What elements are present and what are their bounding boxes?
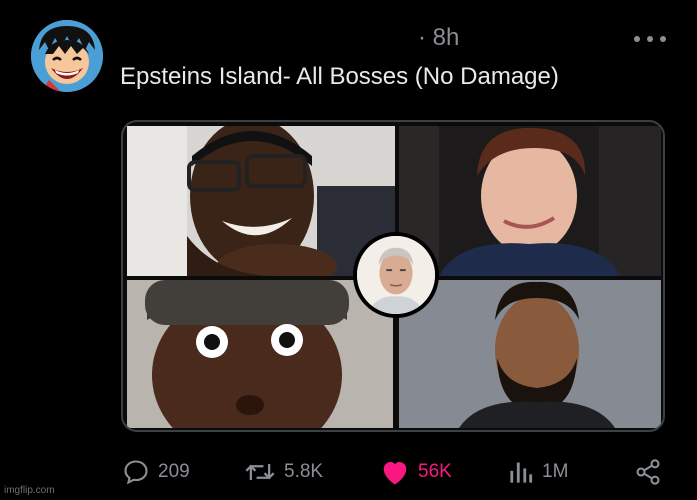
center-portrait bbox=[353, 232, 439, 318]
photo-panel-top-left bbox=[127, 126, 395, 276]
post-image[interactable] bbox=[121, 120, 665, 432]
share-button[interactable] bbox=[634, 452, 662, 492]
photo-panel-bottom-left bbox=[127, 280, 393, 428]
photo-panel-bottom-right bbox=[399, 280, 661, 428]
views-button[interactable]: 1M bbox=[508, 452, 568, 492]
post-timestamp[interactable]: · 8h bbox=[418, 24, 459, 52]
photo-panel-top-right bbox=[399, 126, 661, 276]
repost-count: 5.8K bbox=[284, 461, 324, 482]
reply-icon bbox=[124, 460, 148, 485]
more-horizontal-icon[interactable] bbox=[634, 34, 666, 44]
heart-icon bbox=[383, 462, 407, 485]
post: · 8h Epsteins Island- All Bosses (No Dam… bbox=[0, 0, 697, 500]
cartoon-avatar-icon bbox=[31, 20, 103, 92]
view-count: 1M bbox=[542, 461, 569, 482]
repost-button[interactable]: 5.8K bbox=[244, 452, 323, 492]
action-bar: 209 5.8K 56K 1M bbox=[0, 452, 697, 492]
reply-button[interactable]: 209 bbox=[122, 452, 190, 492]
share-icon bbox=[636, 459, 660, 485]
views-bar-chart-icon bbox=[510, 462, 533, 483]
watermark: imgflip.com bbox=[4, 485, 55, 496]
repost-icon bbox=[245, 464, 275, 480]
avatar[interactable] bbox=[31, 20, 103, 92]
like-button[interactable]: 56K bbox=[380, 452, 452, 492]
reply-count: 209 bbox=[158, 461, 190, 482]
post-text: Epsteins Island- All Bosses (No Damage) bbox=[120, 63, 559, 90]
like-count: 56K bbox=[418, 461, 452, 482]
